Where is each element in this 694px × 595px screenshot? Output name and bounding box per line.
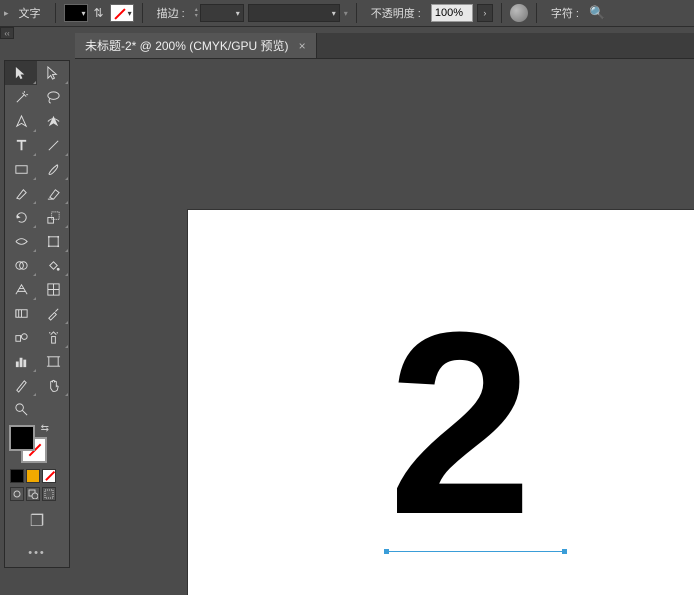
rotate-tool[interactable] [5, 205, 37, 229]
swap-proxy-icon[interactable]: ⇆ [41, 423, 49, 434]
draw-mode-row [5, 485, 69, 503]
opacity-more-button[interactable]: › [477, 4, 493, 22]
free-transform-tool[interactable] [37, 229, 69, 253]
curvature-tool[interactable] [37, 109, 69, 133]
edit-toolbar-button[interactable]: ••• [5, 539, 69, 567]
scale-tool[interactable] [37, 205, 69, 229]
selection-handle-right[interactable] [562, 549, 567, 554]
color-swatch-orange[interactable] [26, 469, 40, 483]
zoom-tool[interactable] [5, 397, 37, 421]
shape-builder-tool[interactable] [5, 253, 37, 277]
color-swatch-black[interactable] [10, 469, 24, 483]
selection-tool[interactable] [5, 61, 37, 85]
perspective-grid-tool[interactable] [5, 277, 37, 301]
search-icon[interactable]: 🔍 [589, 5, 605, 21]
stroke-profile-dropdown[interactable] [248, 4, 340, 22]
stroke-weight-field[interactable]: ▴▾ [195, 4, 244, 22]
draw-inside-mode[interactable] [42, 487, 56, 501]
slice-tool[interactable] [5, 373, 37, 397]
draw-behind-mode[interactable] [26, 487, 40, 501]
column-graph-tool[interactable] [5, 349, 37, 373]
document-tab-title: 未标题-2* @ 200% (CMYK/GPU 预览) [85, 37, 289, 54]
paintbrush-tool[interactable] [37, 157, 69, 181]
canvas-viewport[interactable]: 2 [75, 59, 694, 595]
mesh-tool[interactable] [37, 277, 69, 301]
panel-collapse-handle[interactable]: ‹‹ [0, 27, 14, 39]
text-object[interactable]: 2 [388, 275, 523, 574]
hand-tool[interactable] [37, 373, 69, 397]
tools-panel: ⇆ ❐ ••• [4, 60, 70, 568]
line-segment-tool[interactable] [37, 133, 69, 157]
text-baseline-indicator [386, 551, 566, 552]
width-tool[interactable] [5, 229, 37, 253]
selection-handle-left[interactable] [384, 549, 389, 554]
stroke-weight-dropdown[interactable] [200, 4, 244, 22]
document-tab[interactable]: 未标题-2* @ 200% (CMYK/GPU 预览) × [75, 33, 317, 58]
screen-mode-icon[interactable]: ❐ [30, 511, 44, 531]
magic-wand-tool[interactable] [5, 85, 37, 109]
fill-color-swatch[interactable] [64, 4, 88, 22]
swap-fill-stroke-icon[interactable]: ⇅ [92, 6, 106, 20]
stroke-color-swatch[interactable] [110, 4, 134, 22]
options-bar: ▸ 文字 ⇅ 描边 : ▴▾ ▾ 不透明度 : 100% › 字符 : 🔍 [0, 0, 694, 27]
symbol-sprayer-tool[interactable] [37, 325, 69, 349]
character-label: 字符 : [545, 5, 585, 21]
shaper-tool[interactable] [5, 181, 37, 205]
recolor-icon[interactable] [510, 4, 528, 22]
gradient-tool[interactable] [5, 301, 37, 325]
lasso-tool[interactable] [37, 85, 69, 109]
no-selection-icon: ▸ [4, 8, 9, 19]
tool-mode-label: 文字 [13, 5, 47, 21]
fill-stroke-proxy[interactable]: ⇆ [5, 421, 69, 467]
type-tool[interactable] [5, 133, 37, 157]
eyedropper-tool[interactable] [37, 301, 69, 325]
pen-tool[interactable] [5, 109, 37, 133]
color-mode-row [5, 467, 69, 485]
artboard[interactable]: 2 [188, 210, 694, 595]
artboard-tool[interactable] [37, 349, 69, 373]
stroke-label: 描边 : [151, 5, 191, 21]
live-paint-bucket-tool[interactable] [37, 253, 69, 277]
eraser-tool[interactable] [37, 181, 69, 205]
blend-tool[interactable] [5, 325, 37, 349]
opacity-label: 不透明度 : [365, 5, 427, 21]
color-swatch-none[interactable] [42, 469, 56, 483]
rectangle-tool[interactable] [5, 157, 37, 181]
document-tab-bar: 未标题-2* @ 200% (CMYK/GPU 预览) × [75, 33, 694, 59]
opacity-input[interactable]: 100% [431, 4, 473, 22]
close-icon[interactable]: × [299, 39, 306, 53]
direct-selection-tool[interactable] [37, 61, 69, 85]
draw-normal-mode[interactable] [10, 487, 24, 501]
fill-proxy[interactable] [9, 425, 35, 451]
